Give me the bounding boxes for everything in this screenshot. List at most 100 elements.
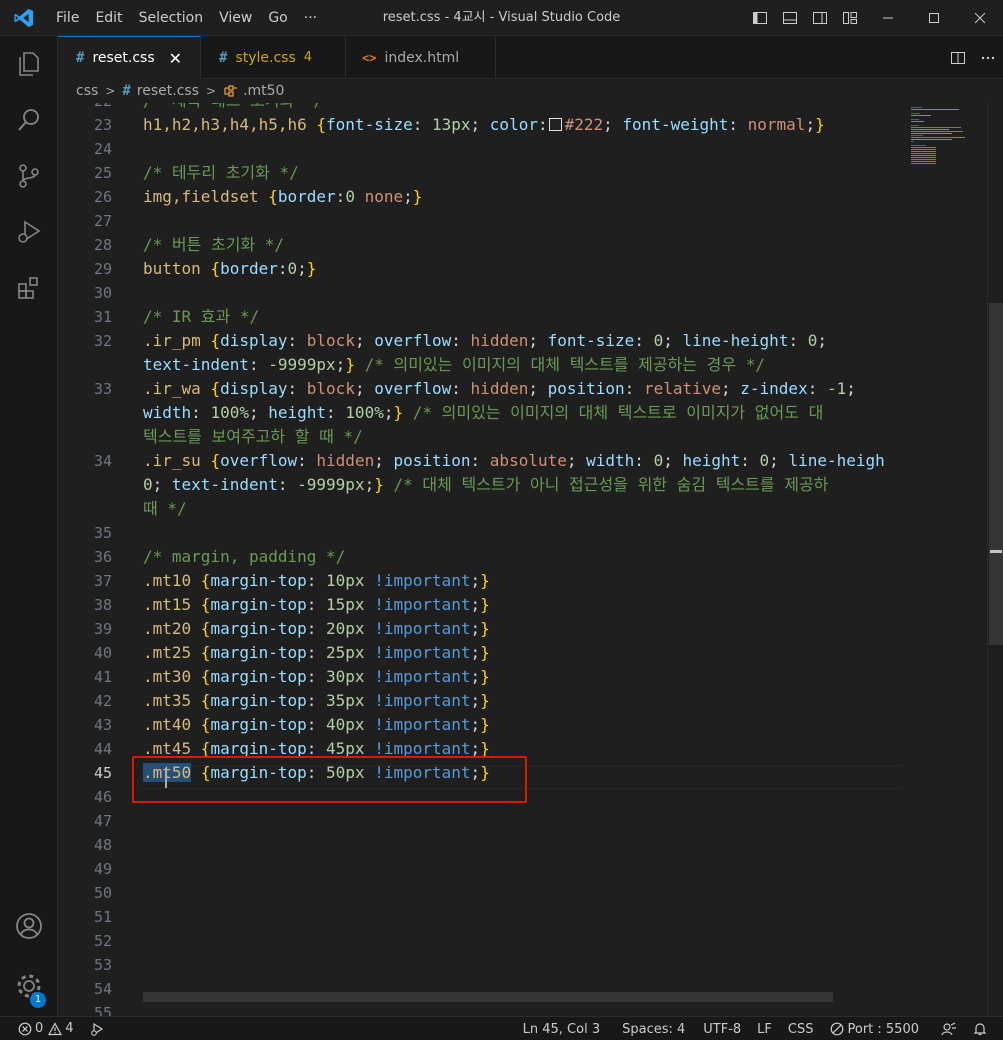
extensions-icon[interactable]	[0, 260, 58, 316]
code-token: width	[143, 403, 192, 422]
code-line[interactable]: .mt10 {margin-top: 10px !important;}	[143, 569, 490, 593]
line-number: 52	[93, 932, 112, 950]
cursor-position[interactable]: Ln 45, Col 3	[515, 1022, 608, 1037]
language-mode[interactable]: CSS	[780, 1022, 822, 1037]
feedback-icon[interactable]	[927, 1022, 965, 1036]
warning-count: 4	[65, 1021, 74, 1036]
code-token: font-weight	[622, 115, 729, 134]
source-control-icon[interactable]	[0, 148, 58, 204]
settings-gear-icon[interactable]: 1	[0, 958, 58, 1014]
end-of-line[interactable]: LF	[749, 1022, 780, 1037]
code-line[interactable]: .mt25 {margin-top: 25px !important;}	[143, 641, 490, 665]
code-line[interactable]: /* 테두리 초기화 */	[143, 161, 299, 185]
code-token: {	[200, 691, 211, 710]
code-token: }	[480, 667, 490, 686]
scrollbar-thumb[interactable]	[989, 303, 1003, 645]
code-line[interactable]: /* IR 효과 */	[143, 305, 259, 329]
code-line[interactable]: .ir_su {overflow: hidden; position: abso…	[143, 449, 885, 473]
code-line[interactable]: /* 버튼 초기화 */	[143, 233, 284, 257]
code-token: 0	[287, 259, 298, 278]
tab-index-html[interactable]: <> index.html	[346, 36, 496, 79]
line-number: 32	[93, 332, 112, 350]
search-icon[interactable]	[0, 92, 58, 148]
code-token: ;	[566, 451, 587, 470]
code-line[interactable]: .ir_pm {display: block; overflow: hidden…	[143, 329, 827, 353]
css-file-icon: #	[76, 50, 85, 66]
color-swatch[interactable]	[548, 118, 562, 131]
code-line[interactable]: width: 100%; height: 100%;} /* 의미있는 이미지의…	[143, 401, 823, 425]
problems-indicator[interactable]: 0 4	[18, 1021, 82, 1036]
account-icon[interactable]	[0, 898, 58, 954]
code-line[interactable]: button {border:0;}	[143, 257, 316, 281]
split-editor-icon[interactable]	[943, 36, 973, 79]
run-debug-icon[interactable]	[0, 204, 58, 260]
toggle-secondary-sidebar-icon[interactable]	[805, 0, 835, 36]
bell-icon[interactable]	[965, 1022, 995, 1036]
menu-go[interactable]: Go	[260, 0, 295, 36]
code-token: 0	[653, 331, 664, 350]
breadcrumb-file[interactable]: reset.css	[137, 83, 199, 99]
close-tab-icon[interactable]: ✕	[169, 49, 182, 68]
code-line[interactable]: .mt35 {margin-top: 35px !important;}	[143, 689, 490, 713]
more-actions-icon[interactable]	[973, 36, 1003, 79]
code-token: font-size	[326, 115, 413, 134]
settings-badge: 1	[30, 992, 46, 1008]
code-token: 40px	[326, 715, 365, 734]
toggle-primary-sidebar-icon[interactable]	[745, 0, 775, 36]
code-line[interactable]: 텍스트를 보여주고하 할 때 */	[143, 425, 363, 449]
code-line[interactable]: /* 제목 태그 초기화 */	[143, 103, 323, 113]
tab-style-css[interactable]: # style.css 4	[201, 36, 346, 79]
maximize-icon[interactable]	[911, 0, 957, 36]
code-line[interactable]: .mt20 {margin-top: 20px !important;}	[143, 617, 490, 641]
minimap-line	[911, 135, 923, 136]
live-server-port[interactable]: Port : 5500	[822, 1022, 928, 1037]
code-line[interactable]: img,fieldset {border:0 none;}	[143, 185, 422, 209]
code-line[interactable]: .mt40 {margin-top: 40px !important;}	[143, 713, 490, 737]
vertical-scrollbar[interactable]	[987, 103, 1003, 1016]
encoding[interactable]: UTF-8	[693, 1022, 749, 1037]
breadcrumb-folder[interactable]: css	[76, 83, 98, 99]
explorer-icon[interactable]	[0, 36, 58, 92]
code-area[interactable]: /* 제목 태그 초기화 */ h1,h2,h3,h4,h5,h6 {font-s…	[143, 103, 903, 1016]
code-token: :	[306, 691, 327, 710]
error-count: 0	[35, 1021, 44, 1036]
code-line[interactable]: .mt15 {margin-top: 15px !important;}	[143, 593, 490, 617]
menu-edit[interactable]: Edit	[87, 0, 130, 36]
menu-more[interactable]: ···	[296, 0, 325, 36]
code-line[interactable]: /* margin, padding */	[143, 545, 345, 569]
minimap-line	[911, 153, 937, 154]
code-line[interactable]: 0; text-indent: -9999px;} /* 대체 텍스트가 아니 …	[143, 473, 828, 497]
tab-label: reset.css	[92, 50, 155, 66]
code-line[interactable]: h1,h2,h3,h4,h5,h6 {font-size: 13px; colo…	[143, 113, 825, 137]
code-editor[interactable]: 22 23 24 25 26 27 28 29 30 31 32 33 34 35 36 37 38 39 40 41…	[58, 103, 1003, 1016]
code-token: /* 제목 태그 초기화 */	[143, 103, 323, 110]
code-token: 13px	[432, 115, 471, 134]
menu-view[interactable]: View	[211, 0, 260, 36]
menu-bar: File Edit Selection View Go ···	[48, 0, 325, 36]
code-token: ;	[663, 331, 683, 350]
toggle-panel-icon[interactable]	[775, 0, 805, 36]
tab-reset-css[interactable]: # reset.css ✕	[58, 36, 201, 79]
code-token: :	[306, 619, 327, 638]
code-line[interactable]: text-indent: -9999px;} /* 의미있는 이미지의 대체 텍…	[143, 353, 765, 377]
code-token: overflow	[374, 331, 452, 350]
code-line[interactable]: .mt30 {margin-top: 30px !important;}	[143, 665, 490, 689]
menu-selection[interactable]: Selection	[131, 0, 212, 36]
code-token: height	[268, 403, 327, 422]
customize-layout-icon[interactable]	[835, 0, 865, 36]
minimize-icon[interactable]	[865, 0, 911, 36]
breadcrumb-symbol[interactable]: .mt50	[243, 83, 284, 99]
indentation[interactable]: Spaces: 4	[608, 1022, 693, 1037]
minimap[interactable]	[903, 103, 987, 1016]
minimap-line	[911, 107, 922, 108]
menu-file[interactable]: File	[48, 0, 87, 36]
run-debug-status-icon[interactable]	[82, 1022, 112, 1036]
minimap-line	[911, 139, 953, 140]
horizontal-scrollbar[interactable]	[143, 992, 833, 1002]
line-number: 54	[93, 980, 112, 998]
code-line[interactable]: .ir_wa {display: block; overflow: hidden…	[143, 377, 856, 401]
code-token: /* 테두리 초기화 */	[143, 163, 299, 182]
code-line[interactable]: 때 */	[143, 497, 187, 521]
close-window-icon[interactable]	[957, 0, 1003, 36]
